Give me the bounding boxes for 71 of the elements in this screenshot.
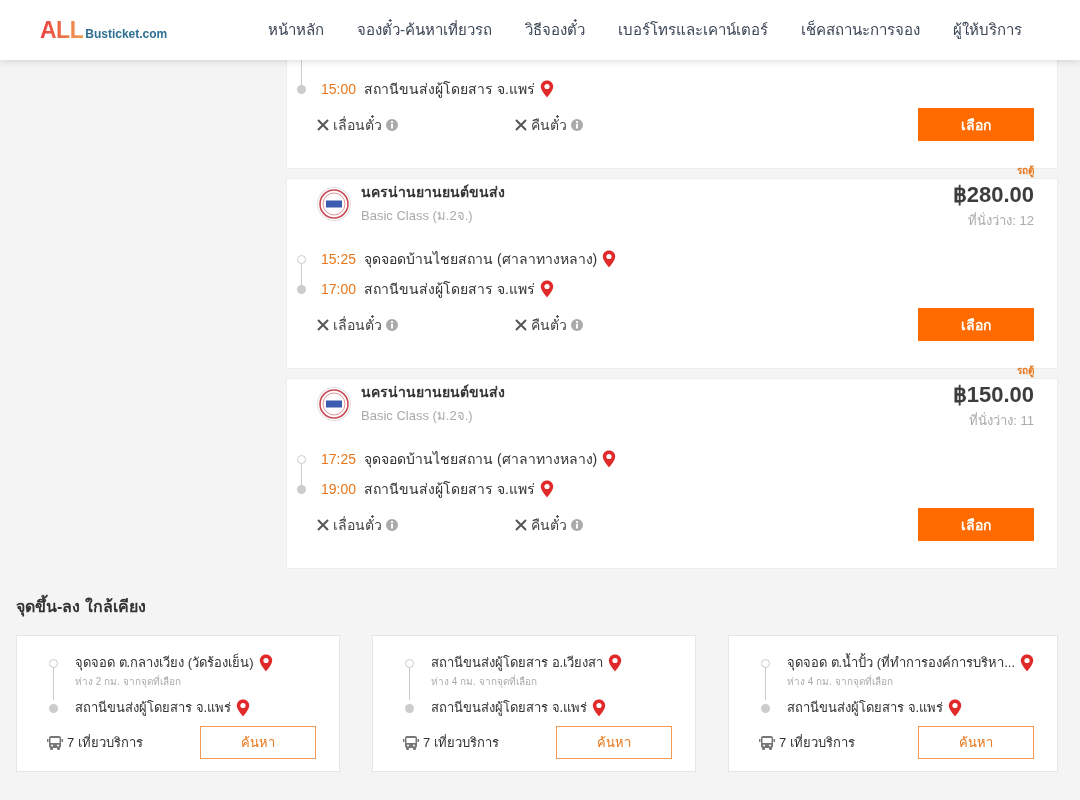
close-icon xyxy=(317,518,329,531)
ticket-policy: คืนตั๋ว xyxy=(531,114,567,135)
stop-name: จุดจอดบ้านไชยสถาน (ศาลาทางหลาง) xyxy=(364,250,598,270)
section-heading: จุดขึ้น-ลง ใกล้เคียง xyxy=(16,594,1058,619)
map-pin-icon[interactable] xyxy=(539,480,554,498)
stop-name: สถานีขนส่งผู้โดยสาร อ.เวียงสา xyxy=(431,654,604,673)
stop-time: 17:25 xyxy=(321,451,357,467)
stop-name: สถานีขนส่งผู้โดยสาร จ.แพร่ xyxy=(364,480,535,500)
ticket-policy: คืนตั๋ว xyxy=(531,314,567,335)
trip-count: 7 เที่ยวบริการ xyxy=(423,733,499,752)
nav-link[interactable]: หน้าหลัก xyxy=(268,18,324,42)
trip-count: 7 เที่ยวบริการ xyxy=(779,733,855,752)
seats-available: ที่นั่งว่าง: 12 xyxy=(968,211,1034,230)
operator-logo xyxy=(317,386,351,421)
stop-distance: ห่าง 4 กม. จากจุดที่เลือก xyxy=(431,674,538,689)
bus-class: Basic Class (ม.2จ.) xyxy=(361,207,474,225)
seats-available: ที่นั่งว่าง: 11 xyxy=(969,411,1034,430)
close-icon xyxy=(515,518,527,531)
map-pin-icon[interactable] xyxy=(608,653,623,672)
nav-link[interactable]: ผู้ให้บริการ xyxy=(953,18,1022,42)
logo-domain: Busticket.com xyxy=(85,26,168,41)
arrival-dot xyxy=(405,704,414,713)
operator-logo xyxy=(317,186,351,221)
ticket-policy: เลื่อนตั๋ว xyxy=(333,114,382,135)
stop-time: 19:00 xyxy=(321,481,357,497)
map-pin-icon[interactable] xyxy=(539,280,554,298)
stop-time: 15:25 xyxy=(321,251,357,267)
arrival-dot xyxy=(761,704,770,713)
bus-icon xyxy=(759,734,775,751)
stop-time: 17:00 xyxy=(321,281,357,297)
stop-name: จุดจอดบ้านไชยสถาน (ศาลาทางหลาง) xyxy=(364,450,598,470)
vehicle-type: รถตู้ xyxy=(1017,164,1034,178)
map-pin-icon[interactable] xyxy=(1020,653,1034,672)
nav-link[interactable]: วิธีจองตั๋ว xyxy=(525,18,585,42)
map-pin-icon[interactable] xyxy=(539,80,554,98)
ticket-policy: เลื่อนตั๋ว xyxy=(333,514,382,535)
stop-time: 15:00 xyxy=(321,81,357,97)
nav-link[interactable]: เช็คสถานะการจอง xyxy=(801,18,920,42)
operator-name: นครน่านยานยนต์ขนส่ง xyxy=(361,183,505,202)
ticket-policy: เลื่อนตั๋ว xyxy=(333,314,382,335)
operator-name: นครน่านยานยนต์ขนส่ง xyxy=(361,383,505,402)
stop-name: จุดจอด ต.น้ำปั้ว (ที่ทำการองค์การบริหา... xyxy=(787,652,1015,673)
stop-name: สถานีขนส่งผู้โดยสาร จ.แพร่ xyxy=(431,699,588,718)
close-icon xyxy=(317,318,329,331)
ticket-policy: คืนตั๋ว xyxy=(531,514,567,535)
map-pin-icon[interactable] xyxy=(948,698,963,717)
stop-name: สถานีขนส่งผู้โดยสาร จ.แพร่ xyxy=(787,699,944,718)
map-pin-icon[interactable] xyxy=(602,250,617,268)
stop-name: จุดจอด ต.กลางเวียง (วัดร้องเย็น) xyxy=(75,652,254,673)
stop-name: สถานีขนส่งผู้โดยสาร จ.แพร่ xyxy=(364,280,535,300)
bus-class: Basic Class (ม.2จ.) xyxy=(361,407,474,425)
bus-icon xyxy=(403,734,419,751)
vehicle-type: รถตู้ xyxy=(1017,364,1034,378)
arrival-dot xyxy=(49,704,58,713)
stop-distance: ห่าง 4 กม. จากจุดที่เลือก xyxy=(787,674,894,689)
nav-link[interactable]: จองตั๋ว-ค้นหาเที่ยวรถ xyxy=(357,18,492,42)
close-icon xyxy=(317,118,329,131)
close-icon xyxy=(515,118,527,131)
nav-link[interactable]: เบอร์โทรและเคาน์เตอร์ xyxy=(618,18,768,42)
stop-name: สถานีขนส่งผู้โดยสาร จ.แพร่ xyxy=(364,80,535,100)
map-pin-icon[interactable] xyxy=(258,653,273,672)
trip-count: 7 เที่ยวบริการ xyxy=(67,733,143,752)
close-icon xyxy=(515,318,527,331)
stop-name: สถานีขนส่งผู้โดยสาร จ.แพร่ xyxy=(75,699,232,718)
fare-price: ฿150.00 xyxy=(952,382,1034,408)
stop-distance: ห่าง 2 กม. จากจุดที่เลือก xyxy=(75,674,182,689)
map-pin-icon[interactable] xyxy=(602,450,617,468)
map-pin-icon[interactable] xyxy=(592,698,607,717)
map-pin-icon[interactable] xyxy=(236,698,251,717)
bus-icon xyxy=(47,734,63,751)
fare-price: ฿280.00 xyxy=(952,182,1034,208)
